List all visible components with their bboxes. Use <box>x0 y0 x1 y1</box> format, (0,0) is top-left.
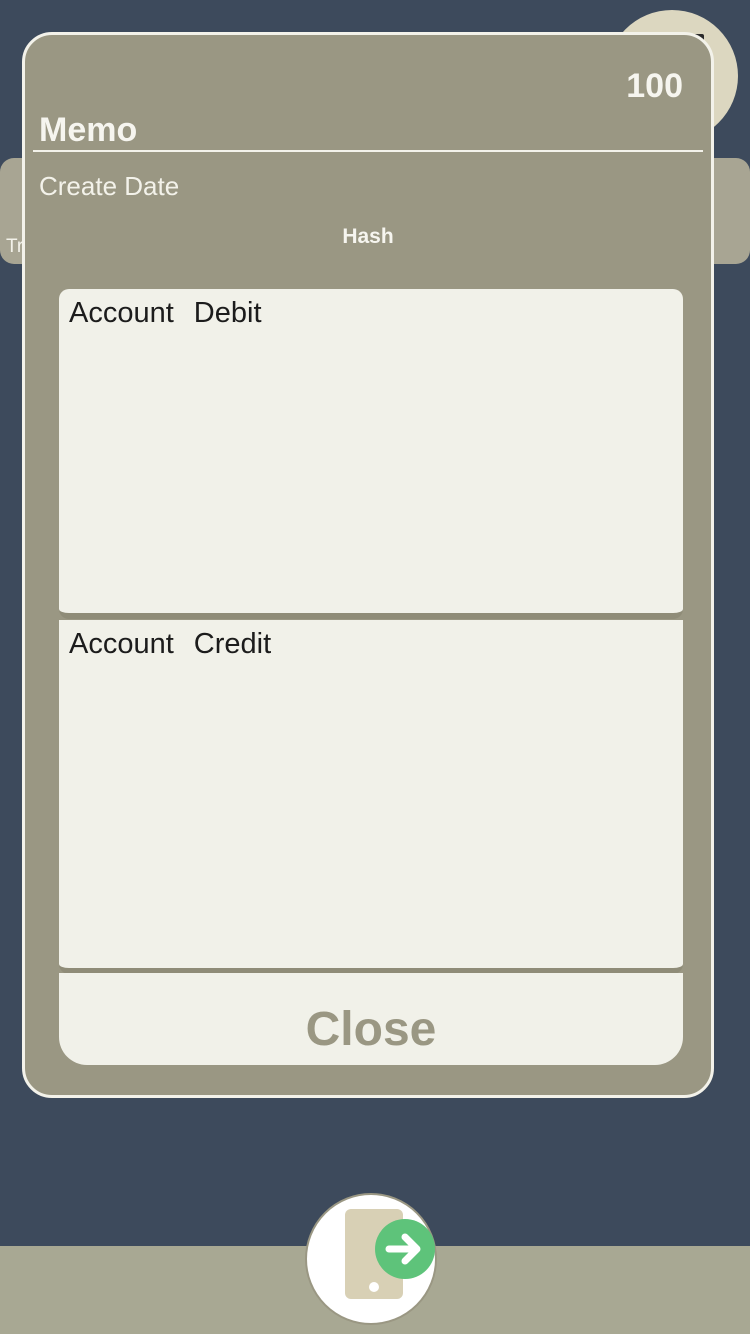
debit-panel[interactable]: Account Debit <box>59 289 683 619</box>
title-divider <box>33 150 703 152</box>
hash-label: Hash <box>342 225 394 248</box>
credit-label: Credit <box>193 628 272 660</box>
close-area: Close <box>59 973 683 1065</box>
debit-label: Debit <box>193 297 262 329</box>
phone-transfer-icon <box>345 1209 435 1299</box>
background-card-text: Tr <box>6 236 24 257</box>
create-date-label: Create Date <box>39 171 180 201</box>
credit-panel-header: Account Credit <box>69 628 673 661</box>
close-button[interactable]: Close <box>59 1001 683 1058</box>
modal-title: Memo <box>39 111 138 149</box>
debit-panel-header: Account Debit <box>69 297 673 330</box>
transfer-fab-button[interactable] <box>305 1193 437 1325</box>
credit-account-label: Account <box>69 628 174 660</box>
amount-value: 100 <box>626 67 683 105</box>
credit-panel[interactable]: Account Credit <box>59 620 683 974</box>
debit-account-label: Account <box>69 297 174 329</box>
memo-modal: 100 Memo Create Date Hash Account Debit … <box>22 32 714 1098</box>
